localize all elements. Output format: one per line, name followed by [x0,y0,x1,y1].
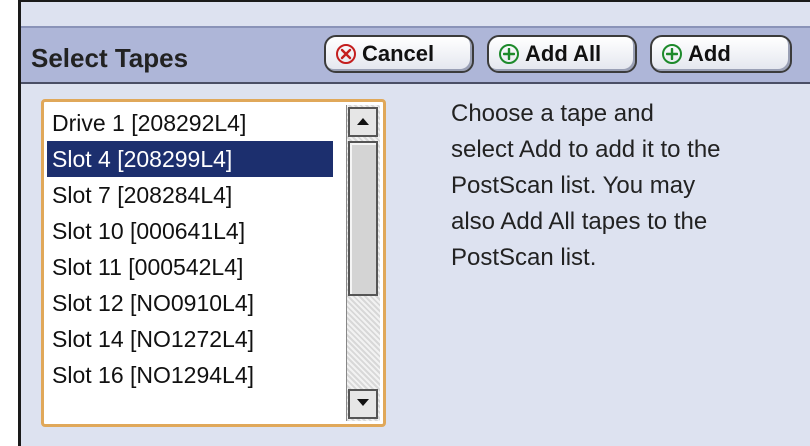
panel-title: Select Tapes [31,43,189,73]
panel-header: Select Tapes Cancel Add All Add [21,26,810,84]
add-button[interactable]: Add [650,35,792,73]
add-button-label: Add [688,41,731,66]
add-all-button[interactable]: Add All [487,35,637,73]
list-item[interactable]: Slot 7 [208284L4] [47,177,333,213]
cancel-button[interactable]: Cancel [324,35,474,73]
add-all-button-label: Add All [525,41,602,66]
instructions-line: also Add All tapes to the [451,208,708,235]
instructions-line: PostScan list. You may [451,172,696,199]
cancel-icon [336,44,356,64]
add-icon [662,44,682,64]
list-item-selected[interactable]: Slot 4 [208299L4] [47,141,333,177]
arrow-up-icon [356,113,370,131]
instructions-line: Choose a tape and [451,100,654,127]
cancel-button-label: Cancel [362,41,435,66]
tape-list[interactable]: Drive 1 [208292L4] Slot 4 [208299L4] Slo… [47,105,333,421]
scroll-up-button[interactable] [348,107,378,137]
instructions-line: PostScan list. [451,244,597,271]
list-item[interactable]: Slot 11 [000542L4] [47,249,333,285]
instructions-text: Choose a tape and select Add to add it t… [451,96,810,276]
scroll-down-button[interactable] [348,389,378,419]
list-item[interactable]: Slot 12 [NO0910L4] [47,285,333,321]
scrollbar-thumb[interactable] [348,141,378,296]
list-item[interactable]: Drive 1 [208292L4] [47,105,333,141]
select-tapes-panel: Select Tapes Cancel Add All Add Drive 1 … [18,0,810,446]
list-item[interactable]: Slot 16 [NO1294L4] [47,357,333,393]
add-icon [499,44,519,64]
vertical-scrollbar[interactable] [346,105,380,421]
tape-listbox[interactable]: Drive 1 [208292L4] Slot 4 [208299L4] Slo… [41,99,386,427]
instructions-line: select Add to add it to the [451,136,721,163]
list-item[interactable]: Slot 10 [000641L4] [47,213,333,249]
list-item[interactable]: Slot 14 [NO1272L4] [47,321,333,357]
arrow-down-icon [356,395,370,413]
